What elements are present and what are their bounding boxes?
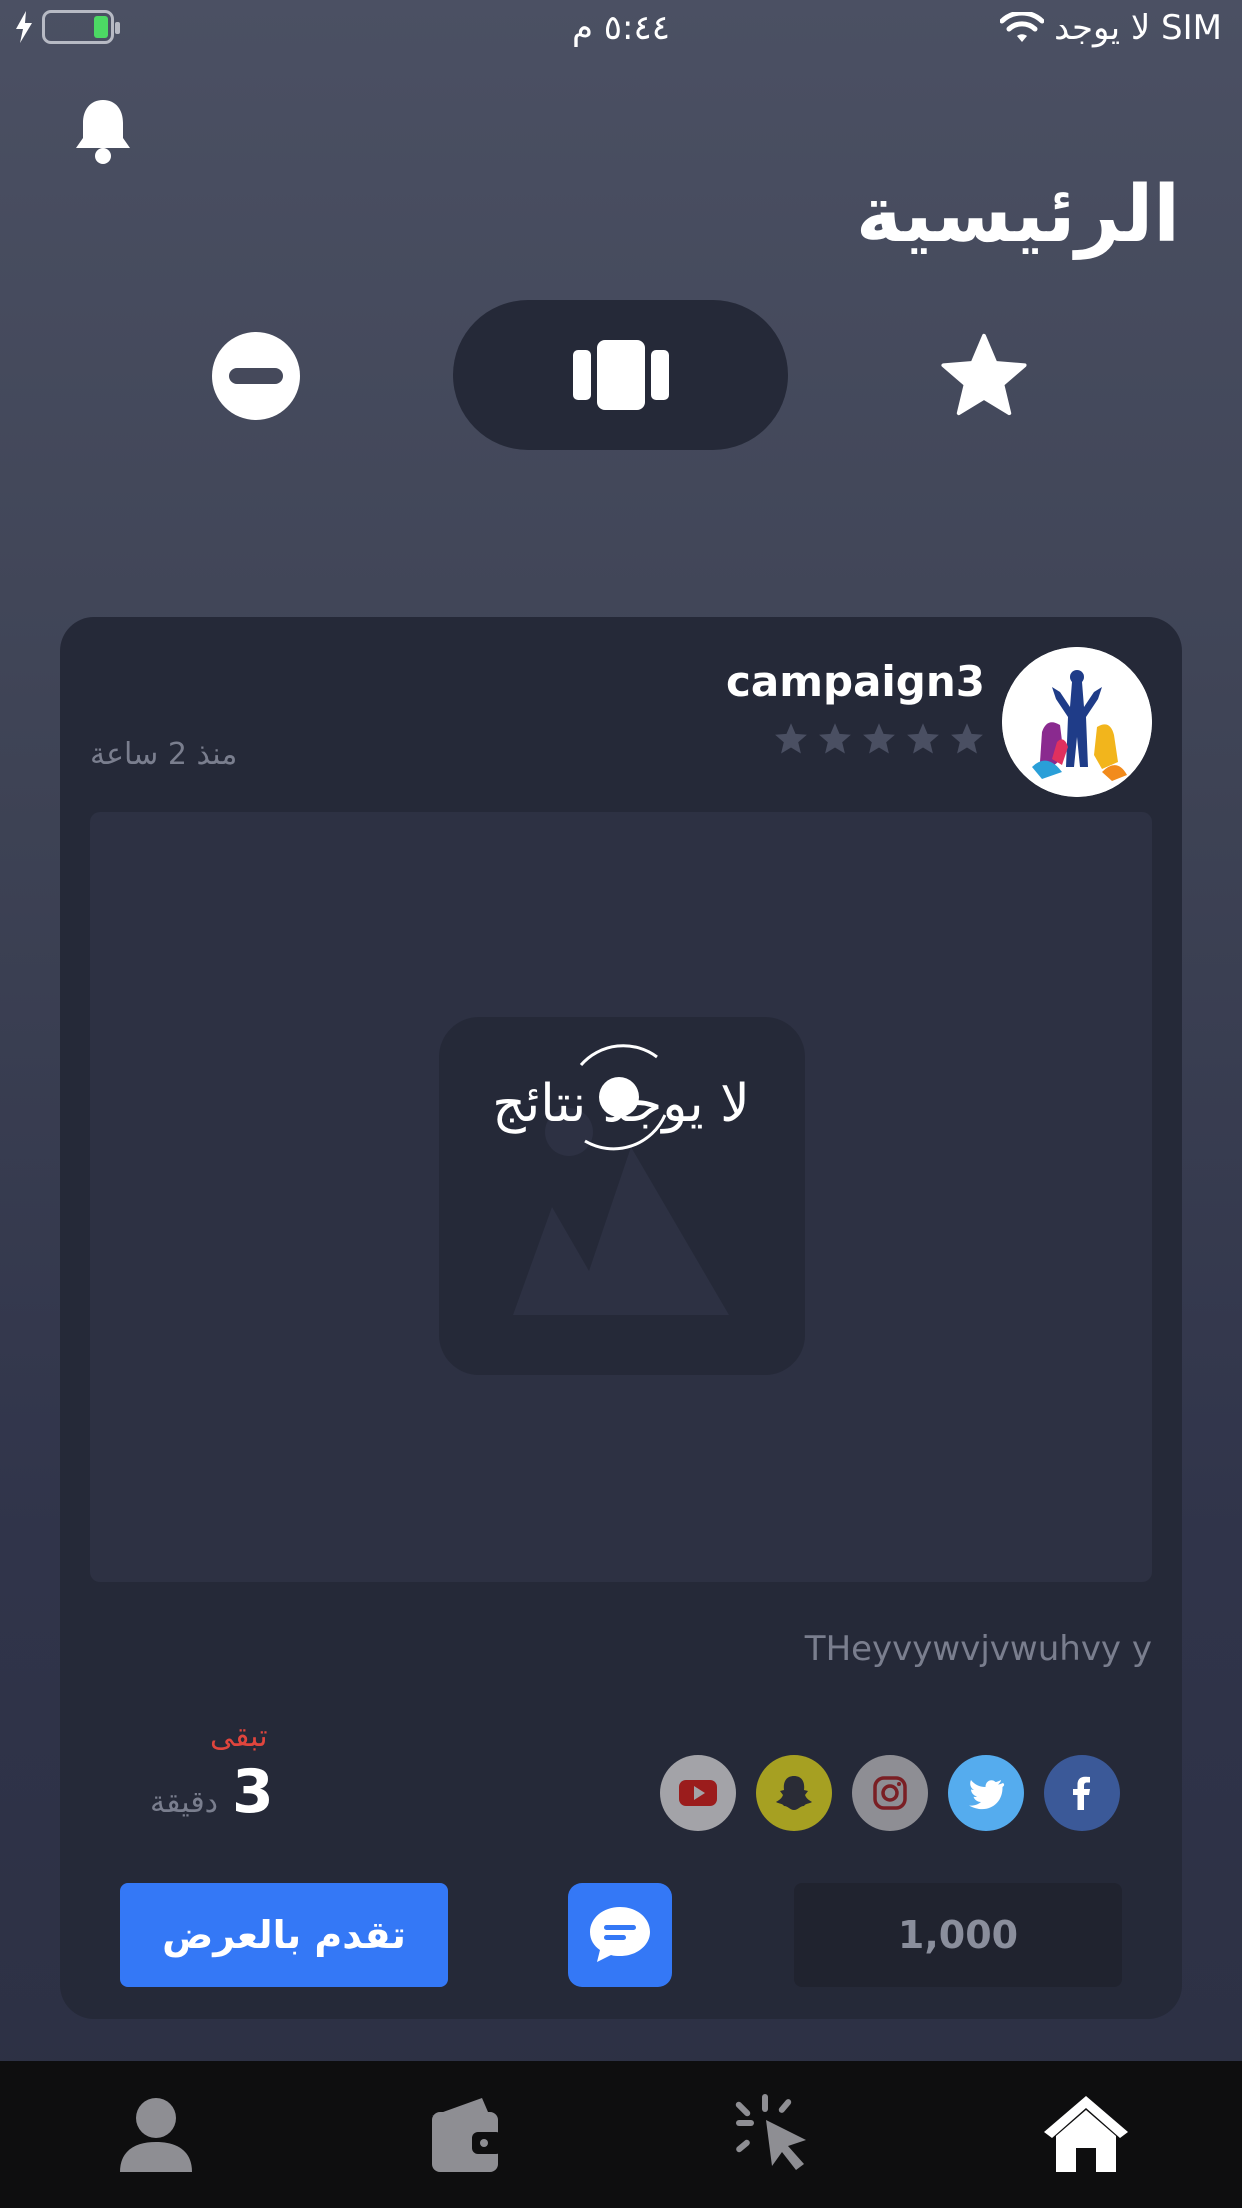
twitter-badge[interactable] bbox=[948, 1755, 1024, 1831]
loading-spinner-icon bbox=[579, 1044, 667, 1151]
view-mode-switcher bbox=[0, 300, 1242, 450]
tab-home[interactable] bbox=[1031, 2079, 1141, 2189]
star-icon bbox=[863, 723, 895, 754]
social-platforms bbox=[660, 1755, 1120, 1831]
favorites-filter-button[interactable] bbox=[938, 330, 1030, 422]
tab-clicks[interactable] bbox=[721, 2079, 831, 2189]
remaining-unit: دقيقة bbox=[150, 1785, 219, 1820]
bell-icon bbox=[76, 100, 130, 164]
carrier-label: لا يوجد SIM bbox=[1054, 8, 1222, 48]
tab-wallet[interactable] bbox=[411, 2079, 521, 2189]
wallet-icon bbox=[432, 2098, 502, 2172]
profile-icon bbox=[120, 2098, 192, 2172]
instagram-icon bbox=[873, 1776, 907, 1810]
campaign-logo-icon bbox=[1002, 647, 1152, 797]
remaining-value: 3 bbox=[232, 1757, 274, 1827]
snapchat-badge[interactable] bbox=[756, 1755, 832, 1831]
star-icon bbox=[941, 333, 1027, 416]
carrier-info: لا يوجد SIM bbox=[1000, 8, 1222, 48]
chat-button[interactable] bbox=[568, 1883, 672, 1987]
price-field: 1,000 bbox=[794, 1883, 1122, 1987]
post-time: منذ 2 ساعة bbox=[90, 737, 238, 772]
page-title: الرئيسية bbox=[855, 170, 1180, 260]
campaign-media[interactable]: لا يوجد نتائج bbox=[90, 812, 1152, 1582]
home-icon bbox=[1044, 2096, 1128, 2172]
facebook-badge[interactable] bbox=[1044, 1755, 1120, 1831]
blocked-filter-button[interactable] bbox=[210, 330, 302, 422]
cards-view-button[interactable] bbox=[453, 300, 788, 450]
youtube-badge[interactable] bbox=[660, 1755, 736, 1831]
instagram-badge[interactable] bbox=[852, 1755, 928, 1831]
wifi-icon bbox=[1000, 12, 1045, 42]
campaign-description: THeyvywvjvwuhvy y bbox=[804, 1629, 1152, 1669]
remaining-label: تبقى bbox=[210, 1719, 268, 1754]
status-bar: ٥:٤٤ م لا يوجد SIM bbox=[0, 0, 1242, 60]
twitter-icon bbox=[969, 1780, 1005, 1810]
chat-bubble-icon bbox=[590, 1907, 650, 1962]
snapchat-icon bbox=[776, 1776, 812, 1810]
facebook-icon bbox=[1073, 1776, 1090, 1810]
notifications-button[interactable] bbox=[72, 96, 138, 168]
click-icon bbox=[735, 2094, 806, 2170]
star-icon bbox=[819, 723, 851, 754]
campaign-name[interactable]: campaign3 bbox=[726, 657, 985, 706]
cards-icon bbox=[572, 340, 669, 410]
rating-stars bbox=[773, 721, 985, 757]
campaign-avatar[interactable] bbox=[1002, 647, 1152, 797]
minus-circle-icon bbox=[212, 332, 300, 420]
apply-offer-button[interactable]: تقدم بالعرض bbox=[120, 1883, 448, 1987]
remaining-time: دقيقة 3 bbox=[150, 1757, 274, 1827]
star-icon bbox=[775, 723, 807, 754]
campaign-card[interactable]: campaign3 منذ 2 ساعة لا يوجد نتائج THeyv… bbox=[60, 617, 1182, 2019]
tab-profile[interactable] bbox=[101, 2079, 211, 2189]
bottom-tab-bar bbox=[0, 2061, 1242, 2208]
star-icon bbox=[907, 723, 939, 754]
star-icon bbox=[951, 723, 983, 754]
youtube-icon bbox=[679, 1780, 717, 1806]
